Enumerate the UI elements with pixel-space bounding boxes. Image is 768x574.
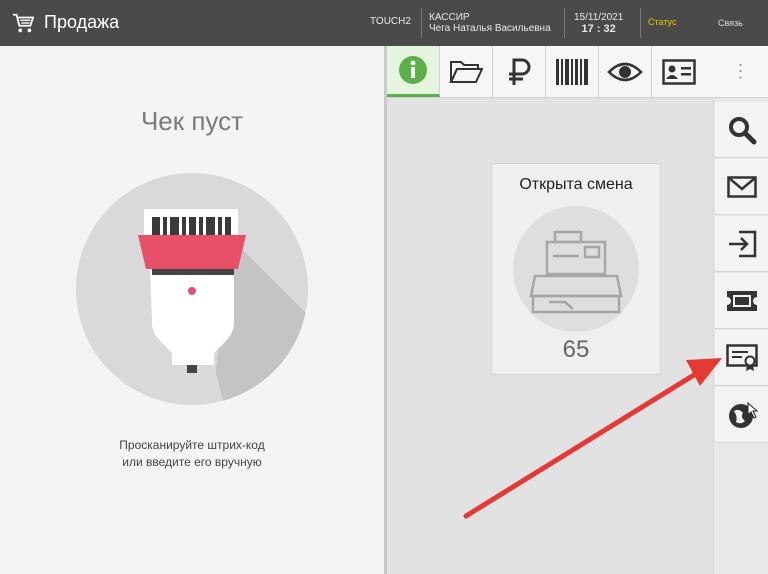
shift-title: Открыта смена xyxy=(519,176,633,193)
cashier-name: Чега Наталья Васильевна xyxy=(429,23,551,34)
certificate-icon xyxy=(726,343,758,371)
cart-icon xyxy=(12,13,34,33)
scan-hint: Просканируйте штрих-код или введите его … xyxy=(0,437,384,471)
more-menu-button[interactable]: ⋮ xyxy=(713,46,768,98)
cashier-role: КАССИР xyxy=(429,12,470,23)
certificate-button[interactable] xyxy=(715,330,768,386)
ruble-icon xyxy=(509,58,531,85)
info-button[interactable] xyxy=(387,46,440,97)
separator xyxy=(421,8,422,38)
shift-count: 65 xyxy=(562,336,590,363)
payment-button[interactable] xyxy=(493,46,546,97)
cash-register-icon xyxy=(513,206,639,332)
function-toolbar xyxy=(387,46,713,98)
search-icon xyxy=(729,116,757,144)
status-link[interactable]: Статус xyxy=(648,17,676,27)
more-icon: ⋮ xyxy=(731,61,750,81)
separator xyxy=(640,8,641,38)
bonus-icon xyxy=(729,401,758,428)
search-button[interactable] xyxy=(715,102,768,158)
eye-icon xyxy=(607,62,643,81)
info-icon xyxy=(399,56,427,84)
ticket-icon xyxy=(727,290,757,311)
bonus-button[interactable] xyxy=(715,387,768,443)
folder-icon xyxy=(449,60,483,83)
mail-icon xyxy=(727,175,757,198)
connection-link[interactable]: Связь xyxy=(718,18,743,28)
messages-button[interactable] xyxy=(715,159,768,215)
hint-line-2: или введите его вручную xyxy=(122,455,262,469)
separator xyxy=(564,8,565,38)
right-sidebar xyxy=(713,98,768,574)
receipt-empty-title: Чек пуст xyxy=(140,106,244,136)
datetime: 15/11/2021 17 : 32 xyxy=(574,0,623,46)
cashier-info: КАССИР Чега Наталья Васильевна xyxy=(429,0,551,46)
barcode-icon xyxy=(556,58,588,85)
tickets-button[interactable] xyxy=(715,273,768,329)
hint-line-1: Просканируйте штрих-код xyxy=(119,438,265,452)
open-folder-button[interactable] xyxy=(440,46,493,97)
barcode-scanner-illustration xyxy=(76,173,308,405)
login-button[interactable] xyxy=(715,216,768,272)
login-icon xyxy=(729,230,757,257)
customer-card-button[interactable] xyxy=(652,46,705,97)
id-card-icon xyxy=(661,58,696,85)
top-bar: Продажа TOUCH2 КАССИР Чега Наталья Васил… xyxy=(0,0,768,46)
page-title: Продажа xyxy=(44,12,120,32)
shift-card[interactable]: Открыта смена 65 xyxy=(491,163,661,375)
terminal-name: TOUCH2 xyxy=(370,16,411,27)
date: 15/11/2021 xyxy=(574,11,624,23)
barcode-button[interactable] xyxy=(546,46,599,97)
view-button[interactable] xyxy=(599,46,652,97)
time: 17 : 32 xyxy=(581,22,616,35)
